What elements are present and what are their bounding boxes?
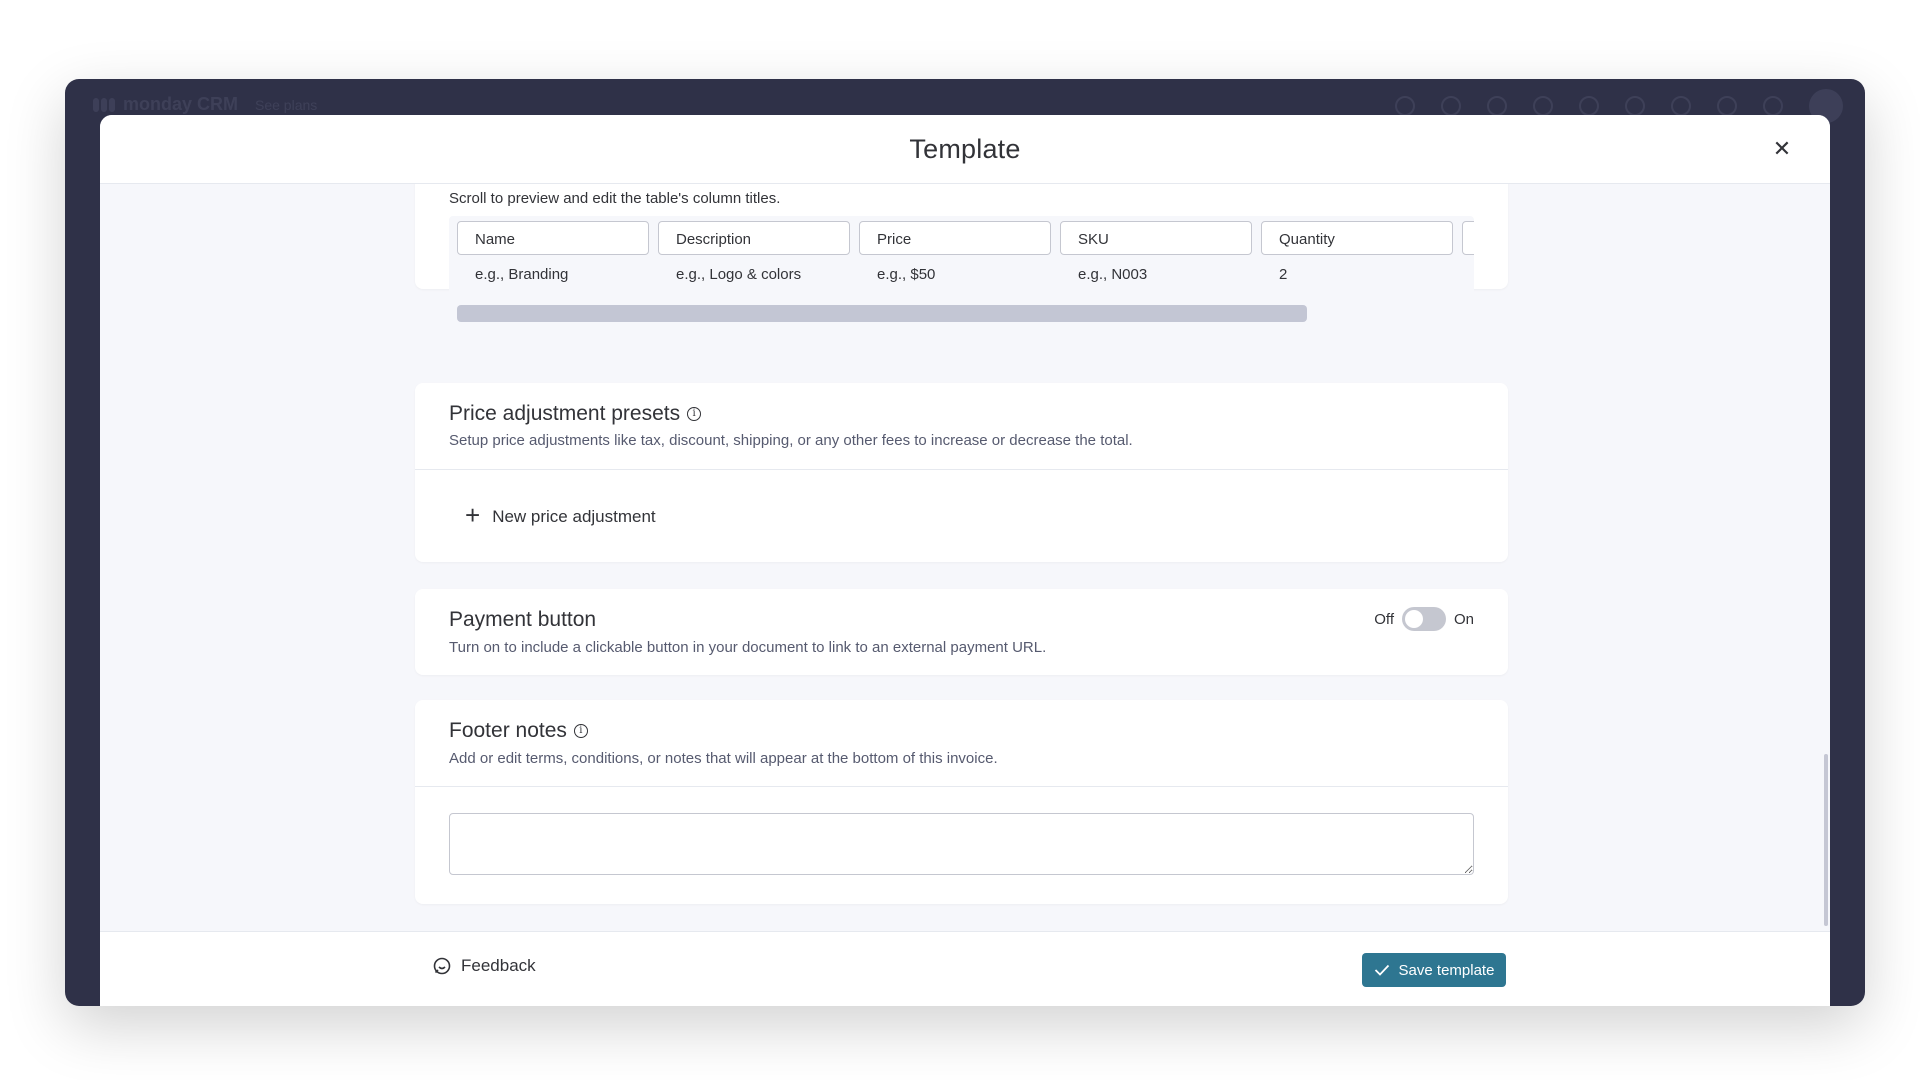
footer-notes-card: Footer notes i Add or edit terms, condit… [415,700,1508,904]
search-icon[interactable] [1671,96,1691,116]
logo-mark-icon [93,97,115,112]
save-template-label: Save template [1398,961,1495,979]
example-cell-description: e.g., Logo & colors [676,266,802,283]
toggle-on-label: On [1453,610,1474,628]
modal-header: Template ✕ [100,115,1830,184]
example-cell-sku: e.g., N003 [1078,266,1148,283]
payment-button-card: Payment button Turn on to include a clic… [415,589,1508,675]
column-title-sku[interactable]: SKU [1060,221,1252,255]
footer-notes-title-text: Footer notes [449,719,567,742]
example-cell-quantity: 2 [1279,266,1288,283]
table-columns-card: Scroll to preview and edit the table's c… [415,184,1508,324]
footer-notes-description: Add or edit terms, conditions, or notes … [449,750,998,767]
columns-preview-table[interactable]: Name Description Price SKU Quantity e.g.… [449,216,1474,324]
plus-icon: + [465,500,481,530]
help-icon[interactable] [1717,96,1737,116]
column-title-next[interactable] [1462,221,1474,255]
app-logo: monday CRM [93,94,238,115]
horizontal-scrollbar[interactable] [457,305,1307,322]
footer-notes-title: Footer notes i [449,719,588,743]
feedback-button[interactable]: Feedback [433,956,536,976]
payment-toggle-group: Off On [1374,607,1474,631]
vertical-scrollbar[interactable] [1824,754,1828,926]
feedback-label: Feedback [461,956,536,975]
column-title-description[interactable]: Description [658,221,850,255]
close-icon[interactable]: ✕ [1770,137,1794,161]
modal-footer: Feedback Save template [100,931,1830,1006]
payment-button-title: Payment button [449,608,597,631]
save-template-button[interactable]: Save template [1362,953,1506,987]
payment-button-description: Turn on to include a clickable button in… [449,639,1047,656]
check-icon [1374,964,1389,976]
example-cell-price: e.g., $50 [877,266,936,283]
divider [415,469,1508,470]
column-title-name[interactable]: Name [457,221,649,255]
feedback-icon [433,957,451,975]
new-price-adjustment-label: New price adjustment [492,506,656,526]
info-icon[interactable]: i [573,724,588,738]
inbox-icon[interactable] [1441,96,1461,116]
price-adjustment-title: Price adjustment presets i [449,402,702,426]
template-modal: Template ✕ Scroll to preview and edit th… [100,115,1830,1006]
info-icon[interactable]: i [687,407,702,421]
notifications-icon[interactable] [1395,96,1415,116]
column-title-price[interactable]: Price [859,221,1051,255]
payment-button-toggle[interactable] [1401,607,1446,631]
table-hint: Scroll to preview and edit the table's c… [449,190,781,207]
modal-title: Template [909,133,1021,164]
column-title-quantity[interactable]: Quantity [1261,221,1453,255]
price-adjustment-description: Setup price adjustments like tax, discou… [449,432,1133,449]
grid-menu-icon[interactable] [1763,96,1783,116]
modal-body[interactable]: Scroll to preview and edit the table's c… [100,184,1830,932]
footer-notes-textarea[interactable] [449,813,1474,875]
integrations-icon[interactable] [1579,96,1599,116]
toggle-knob [1404,610,1423,628]
see-plans-link[interactable]: See plans [255,97,317,113]
invite-icon[interactable] [1487,96,1507,116]
divider [415,786,1508,787]
price-adjustment-card: Price adjustment presets i Setup price a… [415,383,1508,562]
new-price-adjustment-button[interactable]: + New price adjustment [465,500,656,530]
settings-icon[interactable] [1625,96,1645,116]
toggle-off-label: Off [1374,610,1394,628]
example-cell-name: e.g., Branding [475,266,569,283]
price-adjustment-title-text: Price adjustment presets [449,402,681,425]
apps-icon[interactable] [1533,96,1553,116]
app-brand: monday CRM [123,94,239,114]
